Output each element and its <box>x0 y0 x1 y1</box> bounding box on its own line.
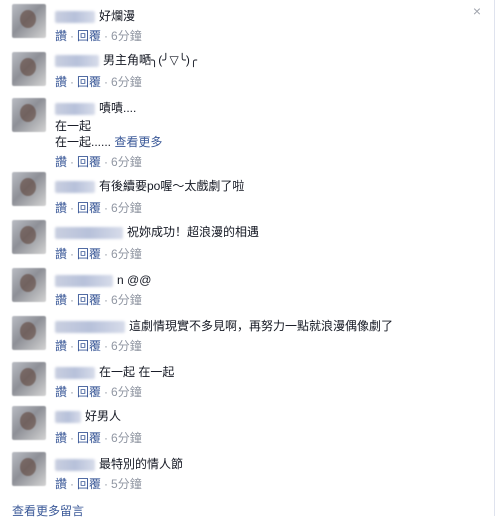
commenter-name[interactable] <box>55 10 95 23</box>
comment-text: 祝妳成功！超浪漫的相遇 <box>127 225 260 239</box>
avatar[interactable] <box>12 172 46 206</box>
like-link[interactable]: 讚 <box>55 75 67 89</box>
avatar[interactable] <box>12 98 46 132</box>
commenter-name[interactable] <box>55 226 123 239</box>
commenter-name[interactable] <box>55 274 113 287</box>
timestamp[interactable]: 6分鐘 <box>111 431 142 445</box>
comment-text: 好男人 <box>85 409 122 423</box>
separator: · <box>70 293 75 307</box>
separator: · <box>104 75 109 89</box>
timestamp[interactable]: 6分鐘 <box>111 247 142 261</box>
avatar[interactable] <box>12 452 46 486</box>
reply-link[interactable]: 回覆 <box>77 247 101 261</box>
reply-link[interactable]: 回覆 <box>77 339 101 353</box>
commenter-name[interactable] <box>55 180 95 193</box>
reply-link[interactable]: 回覆 <box>77 477 101 491</box>
reply-link[interactable]: 回覆 <box>77 385 101 399</box>
like-link[interactable]: 讚 <box>55 155 67 169</box>
separator: · <box>70 477 75 491</box>
separator: · <box>70 155 75 169</box>
comment-text: 有後續要po喔～太戲劇了啦 <box>99 179 245 193</box>
comment-text: 最特別的情人節 <box>99 457 184 471</box>
comment-text: 這劇情現實不多見啊，再努力一點就浪漫偶像劇了 <box>129 319 394 333</box>
avatar[interactable] <box>12 316 46 350</box>
reply-link[interactable]: 回覆 <box>77 29 101 43</box>
comment-text: 在一起 在一起 <box>99 365 175 379</box>
timestamp[interactable]: 6分鐘 <box>111 201 142 215</box>
timestamp[interactable]: 6分鐘 <box>111 155 142 169</box>
commenter-name[interactable] <box>55 366 95 379</box>
separator: · <box>104 293 109 307</box>
commenter-name[interactable] <box>55 320 125 333</box>
avatar[interactable] <box>12 406 46 440</box>
reply-link[interactable]: 回覆 <box>77 155 101 169</box>
separator: · <box>104 339 109 353</box>
close-icon[interactable]: × <box>470 4 484 18</box>
comment-text-line: 在一起 <box>55 119 92 133</box>
comment-text: 男主角嗮╮(╯▽╰)╭ <box>103 53 198 67</box>
reply-link[interactable]: 回覆 <box>77 75 101 89</box>
timestamp[interactable]: 6分鐘 <box>111 385 142 399</box>
reply-link[interactable]: 回覆 <box>77 293 101 307</box>
like-link[interactable]: 讚 <box>55 385 67 399</box>
see-more-link[interactable]: 查看更多 <box>114 135 162 149</box>
comment-text: n @@ <box>117 273 152 287</box>
separator: · <box>104 29 109 43</box>
commenter-name[interactable] <box>55 102 95 115</box>
like-link[interactable]: 讚 <box>55 247 67 261</box>
timestamp[interactable]: 6分鐘 <box>111 29 142 43</box>
avatar[interactable] <box>12 4 46 38</box>
comment-text: 好爛漫 <box>99 9 136 23</box>
separator: · <box>104 431 109 445</box>
like-link[interactable]: 讚 <box>55 29 67 43</box>
separator: · <box>70 247 75 261</box>
separator: · <box>70 385 75 399</box>
separator: · <box>104 201 109 215</box>
avatar[interactable] <box>12 52 46 86</box>
comment-text: 嘖嘖.... <box>99 101 137 115</box>
timestamp[interactable]: 5分鐘 <box>111 477 142 491</box>
reply-link[interactable]: 回覆 <box>77 201 101 215</box>
commenter-name[interactable] <box>55 54 99 67</box>
avatar[interactable] <box>12 268 46 302</box>
separator: · <box>104 155 109 169</box>
separator: · <box>70 201 75 215</box>
reply-link[interactable]: 回覆 <box>77 431 101 445</box>
separator: · <box>70 75 75 89</box>
like-link[interactable]: 讚 <box>55 201 67 215</box>
like-link[interactable]: 讚 <box>55 431 67 445</box>
separator: · <box>104 247 109 261</box>
like-link[interactable]: 讚 <box>55 339 67 353</box>
separator: · <box>70 29 75 43</box>
separator: · <box>104 385 109 399</box>
comment-text-line: 在一起...... <box>55 135 112 149</box>
timestamp[interactable]: 6分鐘 <box>111 75 142 89</box>
like-link[interactable]: 讚 <box>55 477 67 491</box>
timestamp[interactable]: 6分鐘 <box>111 293 142 307</box>
commenter-name[interactable] <box>55 410 81 423</box>
avatar[interactable] <box>12 362 46 396</box>
timestamp[interactable]: 6分鐘 <box>111 339 142 353</box>
separator: · <box>104 477 109 491</box>
comments-panel: × 好爛漫 讚 · 回覆 · 6分鐘 男主角嗮╮(╯▽╰)╭ 讚 · 回覆 · 6分鐘 嘖嘖..… <box>0 0 495 518</box>
commenter-name[interactable] <box>55 458 95 471</box>
separator: · <box>70 339 75 353</box>
avatar[interactable] <box>12 220 46 254</box>
separator: · <box>70 431 75 445</box>
like-link[interactable]: 讚 <box>55 293 67 307</box>
